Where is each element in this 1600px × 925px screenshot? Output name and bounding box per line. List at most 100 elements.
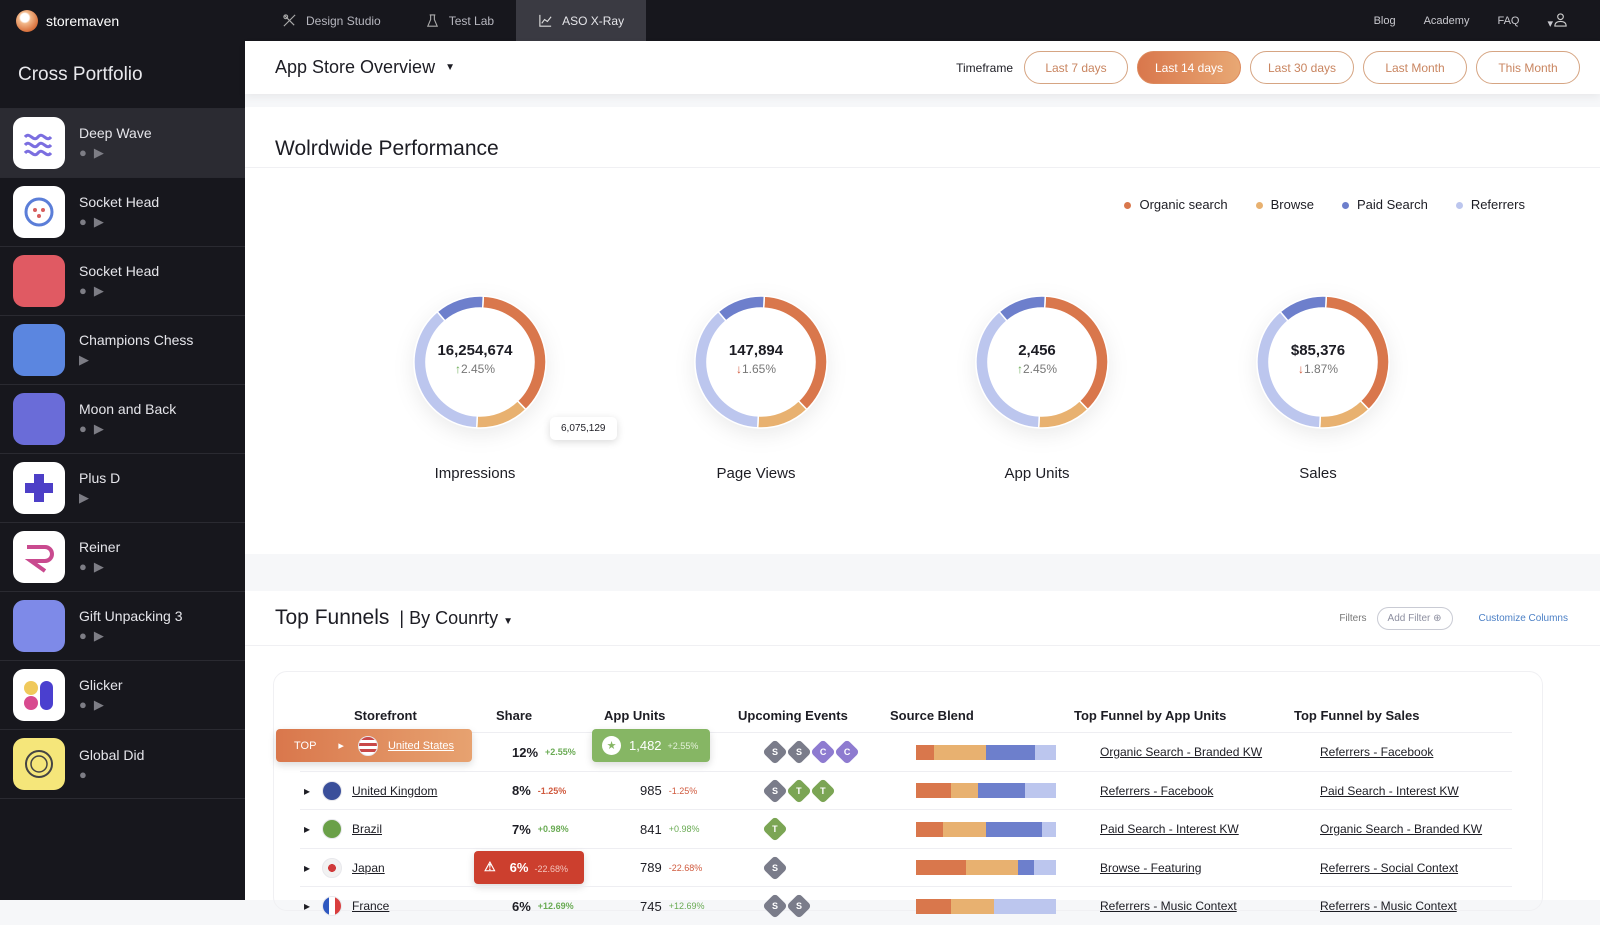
customize-columns-link[interactable]: Customize Columns	[1479, 613, 1568, 624]
event-badge[interactable]: T	[810, 777, 836, 804]
faq-link[interactable]: FAQ	[1497, 15, 1519, 27]
timeframe-last-month[interactable]: Last Month	[1363, 51, 1467, 84]
blend-segment	[966, 860, 1019, 875]
event-badge[interactable]: S	[786, 739, 812, 765]
expand-arrow-icon[interactable]: ▸	[304, 772, 310, 810]
timeframe-last-14-days[interactable]: Last 14 days	[1137, 51, 1241, 84]
table-row[interactable]: ▸ United Kingdom 8% -1.25% 985 -1.25% S T T Refer…	[300, 770, 1512, 810]
share-alert-cell[interactable]: ⚠ 6% -22.68%	[474, 850, 584, 884]
share-value: 7% +0.98%	[512, 821, 569, 837]
expand-arrow-icon[interactable]: ▸	[304, 810, 310, 848]
funnel-sales-link[interactable]: Referrers - Music Context	[1320, 899, 1457, 913]
sidebar-app-item[interactable]: Socket Head ● ▶	[0, 247, 245, 316]
metric-change: ↓1.87%	[1297, 362, 1339, 376]
sidebar-app-item[interactable]: Deep Wave ● ▶	[0, 109, 245, 178]
timeframe-last-7-days[interactable]: Last 7 days	[1024, 51, 1128, 84]
table-row[interactable]: ▸ Japan ⚠ 6% -22.68% 789 -22.68% S Browse - Feat…	[300, 847, 1512, 887]
brand-logo[interactable]: storemaven	[0, 9, 260, 32]
event-badge[interactable]: C	[810, 739, 836, 765]
page-header: App Store Overview ▼ Timeframe Last 7 day…	[245, 41, 1600, 94]
timeframe-this-month[interactable]: This Month	[1476, 51, 1580, 84]
table-row[interactable]: ▸ France 6% +12.69% 745 +12.69% S S Referrers - …	[300, 886, 1512, 924]
blend-segment	[916, 783, 951, 798]
nav-tab-design-studio[interactable]: Design Studio	[260, 0, 403, 41]
top-funnels-panel: Top Funnels | By Counrty ▼ Filters Add F…	[245, 591, 1600, 919]
blend-segment	[1033, 860, 1056, 875]
warning-icon: ⚠	[484, 859, 496, 874]
event-badge[interactable]: S	[786, 893, 812, 919]
country-link[interactable]: Brazil	[352, 822, 382, 836]
apple-icon: ●	[79, 766, 87, 782]
google-play-icon: ▶	[93, 145, 104, 160]
worldwide-performance-panel: Wolrdwide Performance Organic search Brow…	[245, 107, 1600, 554]
sidebar-app-item[interactable]: Global Did ●	[0, 730, 245, 799]
expand-arrow-icon[interactable]: ▸	[304, 849, 310, 887]
nav-tab-aso-xray[interactable]: ASO X-Ray	[516, 0, 647, 41]
event-badge[interactable]: T	[762, 816, 788, 842]
sidebar: Cross Portfolio Deep Wave ● ▶ Socket Head ● ▶…	[0, 41, 245, 900]
sidebar-app-item[interactable]: Champions Chess ▶	[0, 316, 245, 385]
event-badge[interactable]: C	[834, 739, 860, 765]
table-row[interactable]: ▸ Brazil 7% +0.98% 841 +0.98% T Paid Search - I…	[300, 809, 1512, 847]
funnel-sales-link[interactable]: Paid Search - Interest KW	[1320, 784, 1459, 798]
timeframe-label: Timeframe	[956, 60, 1013, 75]
country-link[interactable]: United Kingdom	[352, 784, 437, 798]
blend-segment	[1025, 783, 1056, 798]
overview-dropdown[interactable]: App Store Overview ▼	[275, 57, 455, 78]
funnel-units-link[interactable]: Referrers - Music Context	[1100, 899, 1237, 913]
group-by-dropdown[interactable]: | By Counrty ▼	[399, 608, 513, 629]
source-blend-bar	[916, 783, 1056, 798]
apple-icon: ●	[79, 421, 87, 436]
country-link[interactable]: United States	[388, 740, 454, 752]
add-filter-button[interactable]: Add Filter ⊕	[1376, 606, 1453, 630]
column-header[interactable]: Top Funnel by App Units	[1074, 708, 1226, 723]
app-units-highlight[interactable]: ★ 1,482 +2.55%	[592, 729, 710, 762]
sidebar-app-item[interactable]: Socket Head ● ▶	[0, 178, 245, 247]
timeframe-last-30-days[interactable]: Last 30 days	[1250, 51, 1354, 84]
funnel-sales-link[interactable]: Referrers - Social Context	[1320, 861, 1458, 875]
app-icon	[13, 462, 65, 514]
source-blend-bar	[916, 821, 1056, 837]
sidebar-app-item[interactable]: Plus D ▶	[0, 454, 245, 523]
column-header[interactable]: Storefront	[354, 708, 417, 723]
column-header[interactable]: App Units	[604, 708, 665, 723]
nav-tab-test-lab[interactable]: Test Lab	[403, 0, 516, 41]
expand-arrow-icon[interactable]: ▸	[304, 887, 310, 925]
country-link[interactable]: France	[352, 899, 389, 913]
top-nav-bar: storemaven Design Studio Test Lab ASO X-…	[0, 0, 1600, 41]
event-badge[interactable]: S	[762, 854, 788, 881]
column-header[interactable]: Source Blend	[890, 708, 974, 723]
sidebar-app-item[interactable]: Moon and Back ● ▶	[0, 385, 245, 454]
column-header[interactable]: Top Funnel by Sales	[1294, 708, 1419, 723]
star-icon: ★	[602, 736, 621, 755]
metric-change: ↑2.45%	[1016, 362, 1058, 376]
country-link[interactable]: Japan	[352, 861, 385, 875]
funnel-units-link[interactable]: Browse - Featuring	[1100, 861, 1201, 875]
sidebar-app-item[interactable]: Glicker ● ▶	[0, 661, 245, 730]
funnel-units-link[interactable]: Paid Search - Interest KW	[1100, 822, 1239, 836]
share-value: 6% +12.69%	[512, 898, 574, 914]
event-badge[interactable]: S	[762, 893, 788, 919]
sidebar-app-item[interactable]: Reiner ● ▶	[0, 523, 245, 592]
funnel-units-link[interactable]: Organic Search - Branded KW	[1100, 745, 1262, 759]
sidebar-app-item[interactable]: Gift Unpacking 3 ● ▶	[0, 592, 245, 661]
funnel-sales-link[interactable]: Organic Search - Branded KW	[1320, 822, 1482, 836]
metric-total: $85,376	[1290, 342, 1346, 359]
table-row[interactable]: TOP ▸ United States 12% +2.55% ★ 1,482 +2.55% S S…	[276, 729, 1512, 770]
event-badge[interactable]: S	[762, 777, 788, 804]
event-badge[interactable]: S	[762, 739, 788, 765]
funnel-units-link[interactable]: Referrers - Facebook	[1100, 784, 1213, 798]
top-storefront-highlight[interactable]: TOP ▸ United States	[276, 729, 472, 762]
share-change: +2.55%	[545, 747, 576, 757]
arrow-up-icon: ↑	[1016, 362, 1023, 376]
storemaven-logo-icon	[16, 9, 38, 32]
user-menu-icon[interactable]: ▾	[1547, 12, 1568, 30]
blog-link[interactable]: Blog	[1374, 15, 1396, 27]
event-badge[interactable]: T	[786, 777, 812, 804]
column-header[interactable]: Upcoming Events	[738, 708, 848, 723]
funnel-sales-link[interactable]: Referrers - Facebook	[1320, 745, 1433, 759]
expand-arrow-icon[interactable]: ▸	[338, 739, 344, 752]
academy-link[interactable]: Academy	[1424, 15, 1470, 27]
column-header[interactable]: Share	[496, 708, 532, 723]
blend-segment	[916, 821, 943, 837]
